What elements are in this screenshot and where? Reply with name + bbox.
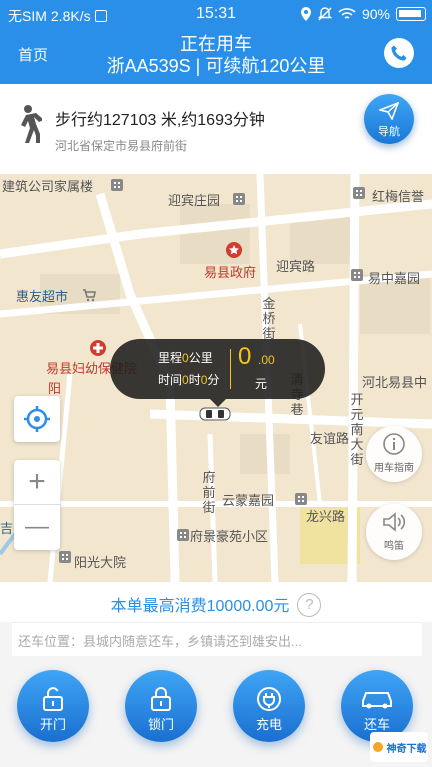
shopping-cart-icon (83, 289, 96, 302)
map-label: 龙兴路 (306, 509, 346, 524)
building-icon (351, 269, 363, 281)
navigate-label: 导航 (378, 126, 400, 138)
page-title: 正在用车 浙AA539S | 可续航120公里 (0, 33, 432, 77)
building-icon (295, 493, 307, 505)
map-label: 阳光大院 (74, 555, 127, 570)
lock-door-button[interactable]: 锁门 (125, 670, 197, 742)
hospital-marker-icon (90, 340, 106, 356)
popup-pointer (210, 399, 226, 407)
usage-guide-label: 用车指南 (374, 463, 414, 474)
map-label: 开元南大街 (350, 392, 364, 467)
action-bar: 开门 锁门 充电 还车 (0, 660, 432, 767)
navigate-button[interactable]: 导航 (364, 94, 414, 144)
phone-icon (391, 45, 407, 61)
mileage-label: 里程 (158, 351, 183, 365)
map-label: 阳 (48, 381, 62, 396)
cost-help-icon[interactable]: ? (297, 592, 322, 617)
mileage-unit: 公里 (188, 351, 213, 365)
car-icon (362, 692, 392, 709)
walking-distance-time: 步行约127103 米,约1693分钟 (55, 112, 265, 129)
map-view[interactable]: 建筑公司家属楼 迎宾庄园 红梅信誉 易县政府 迎宾路 易中嘉园 惠友超市 金桥街… (0, 174, 432, 582)
building-icon (177, 529, 189, 541)
unlock-door-label: 开门 (39, 717, 66, 732)
government-marker-icon (226, 242, 242, 258)
map-label: 友谊路 (310, 431, 350, 446)
vehicle-address: 河北省保定市易县府前街 (55, 139, 188, 153)
map-label: 河北易县中 (362, 375, 428, 390)
mute-bell-icon (317, 7, 332, 21)
trip-stats-text: 里程0公里 时间0时0分 (158, 347, 219, 391)
mileage-value: 0 (182, 351, 189, 365)
lock-icon (151, 687, 171, 711)
map-label: 易县政府 (204, 265, 257, 280)
popup-divider (230, 349, 231, 389)
title-status: 正在用车 (180, 34, 252, 54)
map-label: 吉 (0, 521, 14, 536)
unlock-door-button[interactable]: 开门 (17, 670, 89, 742)
map-label: 云蒙嘉园 (222, 493, 275, 508)
charge-button[interactable]: 充电 (233, 670, 305, 742)
time-label: 时间 (158, 373, 183, 387)
watermark-text: 神奇下载 (386, 743, 427, 755)
horn-button[interactable]: 鸣笛 (366, 504, 422, 560)
map-label: 建筑公司家属楼 (2, 179, 94, 194)
map-label: 金桥街 (262, 296, 276, 341)
speaker-icon (383, 512, 406, 532)
map-label: 府前街 (202, 470, 216, 515)
max-cost-text: 本单最高消费10000.00元 (110, 598, 290, 615)
site-watermark: 神奇下载 (370, 732, 428, 762)
info-icon (383, 433, 405, 455)
map-label: 府景豪苑小区 (190, 529, 269, 544)
plug-icon (257, 687, 281, 711)
building-icon (353, 187, 365, 199)
fare-amount: 0 .00 (238, 343, 275, 371)
hour-unit: 时 (188, 373, 201, 387)
lock-door-label: 锁门 (147, 717, 174, 732)
map-label: 迎宾路 (276, 259, 316, 274)
trip-stats-popup: 里程0公里 时间0时0分 0 .00 元 (110, 339, 325, 407)
crosshair-icon (24, 406, 50, 432)
building-icon (59, 551, 71, 563)
zoom-in-button[interactable]: + (14, 460, 60, 505)
minute-unit: 分 (207, 373, 220, 387)
walking-person-icon (21, 105, 42, 143)
map-label: 迎宾庄园 (168, 193, 221, 208)
map-label: 惠友超市 (16, 289, 69, 304)
call-button[interactable] (384, 38, 414, 68)
charge-label: 充电 (255, 717, 282, 732)
watermark-logo-icon (372, 742, 383, 752)
map-label: 红梅信誉 (372, 189, 425, 204)
locate-button[interactable] (14, 396, 60, 442)
status-bar: 无SIM 2.8K/s 15:31 90% (0, 0, 432, 30)
battery-percent: 90% (361, 6, 390, 22)
fare-amount-dec: .00 (258, 353, 275, 367)
paper-plane-icon (377, 101, 400, 121)
battery-icon (396, 7, 426, 21)
app-header: 首页 正在用车 浙AA539S | 可续航120公里 (0, 30, 432, 84)
return-location-text: 还车位置：县城内随意还车，乡镇请还到雄安出... (12, 622, 422, 656)
building-icon (233, 193, 245, 205)
wifi-icon (338, 8, 356, 19)
status-right: 90% (300, 6, 426, 22)
unlock-icon (43, 687, 63, 711)
usage-guide-button[interactable]: 用车指南 (366, 426, 422, 482)
fare-unit: 元 (255, 377, 268, 391)
location-icon (300, 7, 311, 21)
max-cost-bar: 本单最高消费10000.00元? (0, 582, 432, 622)
zoom-out-button[interactable]: — (14, 505, 60, 550)
fare-amount-int: 0 (238, 343, 252, 370)
return-car-label: 还车 (363, 717, 390, 732)
hours-value: 0 (182, 373, 189, 387)
horn-label: 鸣笛 (384, 541, 404, 552)
building-icon (111, 179, 123, 191)
walking-info-panel: 步行约127103 米,约1693分钟 河北省保定市易县府前街 导航 (0, 84, 432, 174)
car-location-icon[interactable] (198, 406, 232, 422)
zoom-controls: + — (14, 460, 60, 550)
map-label: 易中嘉园 (368, 271, 421, 286)
title-plate-range: 浙AA539S | 可续航120公里 (106, 56, 326, 76)
